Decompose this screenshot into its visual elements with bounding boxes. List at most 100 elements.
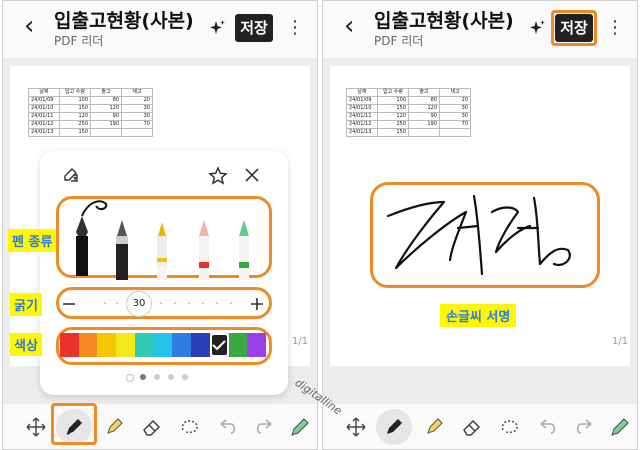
table-row: 24/01/10 150 120 30: [346, 104, 471, 113]
table-cell: 24/01/12: [28, 120, 60, 129]
pencil-icon[interactable]: [194, 220, 214, 280]
thickness-slider-thumb[interactable]: 30: [126, 291, 152, 317]
back-icon[interactable]: ‹: [24, 13, 44, 39]
plus-icon[interactable]: [250, 296, 264, 310]
table-cell: 90: [408, 112, 440, 121]
table-cell: 150: [377, 128, 409, 137]
fountain-pen-icon[interactable]: [72, 216, 92, 276]
pen-favorite-icon[interactable]: [62, 166, 80, 184]
table-cell: 190: [408, 120, 440, 129]
bottom-toolbar: [2, 404, 318, 450]
close-icon[interactable]: [244, 167, 260, 183]
highlighter-icon[interactable]: [422, 415, 446, 439]
calligraphy-pen-icon[interactable]: [112, 220, 132, 280]
pen-icon[interactable]: [56, 409, 92, 445]
pager-dot[interactable]: [168, 374, 174, 380]
more-options-icon[interactable]: ⋮: [606, 16, 624, 40]
eraser-icon[interactable]: [460, 415, 484, 439]
column-header: 출고: [90, 88, 122, 97]
more-options-icon[interactable]: ⋮: [286, 16, 304, 40]
app-subtitle: PDF 리더: [54, 34, 104, 48]
pencil-color-icon[interactable]: [288, 415, 312, 439]
handwritten-signature: [378, 188, 592, 282]
star-icon[interactable]: [208, 166, 228, 186]
ai-sparkle-icon[interactable]: [210, 20, 226, 36]
table-cell: 70: [121, 120, 153, 129]
save-button[interactable]: 저장: [235, 14, 273, 42]
pencil-color-icon[interactable]: [608, 415, 632, 439]
redo-icon[interactable]: [572, 415, 596, 439]
table-cell: [90, 128, 122, 137]
table-cell: 24/01/13: [28, 128, 60, 137]
color-swatch[interactable]: [228, 333, 248, 357]
move-icon[interactable]: [344, 415, 368, 439]
table-cell: 100: [377, 96, 409, 105]
table-cell: 150: [59, 104, 91, 113]
pen-icon[interactable]: [376, 409, 412, 445]
table-cell: 24/01/13: [346, 128, 378, 137]
check-icon: [212, 340, 226, 351]
pager-dot[interactable]: [140, 374, 146, 380]
column-header: 재고: [439, 88, 471, 97]
color-swatch[interactable]: [97, 333, 117, 357]
color-swatch[interactable]: [134, 333, 155, 357]
undo-icon[interactable]: [216, 415, 240, 439]
marker-icon[interactable]: [234, 220, 254, 280]
table-cell: 24/01/11: [28, 112, 60, 121]
table-cell: 24/01/10: [28, 104, 60, 113]
highlighter-icon[interactable]: [102, 415, 126, 439]
table-cell: 24/01/09: [346, 96, 378, 105]
lasso-icon[interactable]: [498, 415, 522, 439]
table-row: 24/01/12 250 190 70: [346, 120, 471, 129]
color-swatch[interactable]: [116, 333, 136, 357]
table-cell: 20: [439, 96, 471, 105]
pen-type-label: 펜 종류: [8, 229, 57, 252]
ballpoint-pen-icon[interactable]: [152, 220, 172, 280]
table-cell: 70: [439, 120, 471, 129]
table-cell: [439, 128, 471, 137]
ai-sparkle-icon[interactable]: [530, 20, 546, 36]
eraser-icon[interactable]: [140, 415, 164, 439]
minus-icon[interactable]: [62, 296, 76, 310]
table-cell: 190: [90, 120, 122, 129]
redo-icon[interactable]: [252, 415, 276, 439]
color-swatch[interactable]: [172, 333, 192, 357]
table-cell: 90: [90, 112, 122, 121]
pen-stroke-preview: [80, 198, 110, 218]
table-cell: 150: [377, 104, 409, 113]
table-cell: 120: [90, 104, 122, 113]
table-row: 24/01/09 100 80 20: [28, 96, 153, 105]
app-header: ‹ 입출고현황(사본) PDF 리더 저장 ⋮: [2, 0, 318, 58]
lasso-icon[interactable]: [178, 415, 202, 439]
color-swatch[interactable]: [153, 333, 173, 357]
back-icon[interactable]: ‹: [344, 13, 364, 39]
table-cell: 30: [439, 112, 471, 121]
color-swatch[interactable]: [60, 333, 80, 357]
table-cell: 250: [59, 120, 91, 129]
table-cell: 24/01/09: [28, 96, 60, 105]
pager-dot[interactable]: [126, 374, 134, 382]
table-cell: 120: [59, 112, 91, 121]
column-header: 입고 수량: [59, 88, 91, 97]
table-cell: 80: [90, 96, 122, 105]
save-button-highlight: [551, 10, 597, 46]
move-icon[interactable]: [24, 415, 48, 439]
table-cell: 30: [439, 104, 471, 113]
color-swatch[interactable]: [191, 333, 211, 357]
pager-dot[interactable]: [182, 374, 188, 380]
bottom-toolbar: [322, 404, 638, 450]
column-header: 날짜: [346, 88, 378, 97]
document-title: 입출고현황(사본): [374, 10, 514, 32]
undo-icon[interactable]: [536, 415, 560, 439]
column-header: 출고: [408, 88, 440, 97]
table-cell: 150: [59, 128, 91, 137]
pager-dot[interactable]: [154, 374, 160, 380]
thickness-slider[interactable]: [96, 301, 236, 305]
color-swatch[interactable]: [78, 333, 98, 357]
signature-label: 손글씨 서명: [440, 304, 517, 327]
color-swatch[interactable]: [209, 333, 230, 357]
document-title: 입출고현황(사본): [54, 10, 194, 32]
page-indicator: 1/1: [292, 336, 309, 347]
color-swatch[interactable]: [247, 333, 267, 357]
table-cell: [121, 128, 153, 137]
